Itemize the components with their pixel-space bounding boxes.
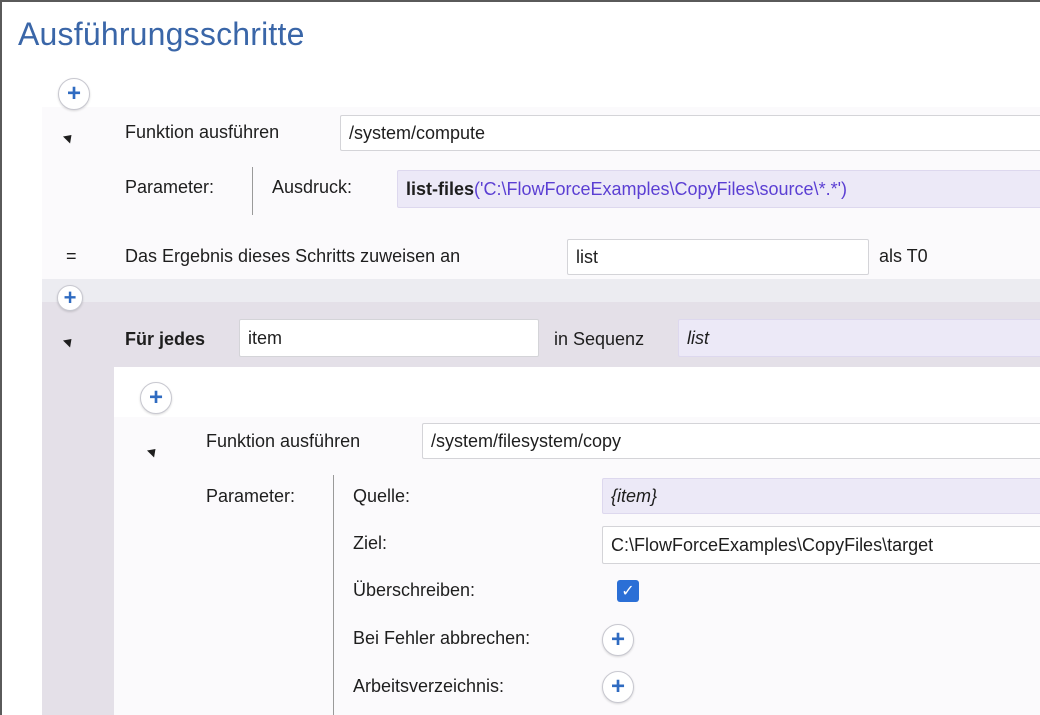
target-input[interactable]: C:\FlowForceExamples\CopyFiles\target [602, 526, 1040, 564]
add-step-button-middle[interactable]: + [57, 285, 83, 311]
step2-params-label: Parameter: [206, 486, 296, 506]
add-step-button-inner[interactable]: + [140, 382, 172, 414]
step1-params-label: Parameter: [125, 177, 215, 197]
page-title: Ausführungsschritte [18, 16, 305, 52]
plus-circle-icon: + [63, 285, 77, 310]
in-sequence-label: in Sequenz [554, 329, 645, 349]
plus-circle-icon: + [610, 673, 625, 700]
assign-symbol: = [66, 246, 77, 266]
sequence-input[interactable]: list [678, 319, 1040, 357]
overwrite-checkbox[interactable]: ✓ [617, 580, 639, 602]
abort-on-error-label: Bei Fehler abbrechen: [353, 628, 531, 648]
add-step-button-top[interactable]: + [58, 78, 90, 110]
checkmark-icon: ✓ [621, 583, 635, 600]
step1-function-input[interactable]: /system/compute [340, 115, 1040, 151]
step2-function-input[interactable]: /system/filesystem/copy [422, 423, 1040, 459]
overwrite-label: Überschreiben: [353, 580, 476, 600]
params-divider [252, 167, 253, 215]
assign-variable-input[interactable]: list [567, 239, 869, 275]
copy-step-area [114, 417, 1040, 715]
plus-circle-icon: + [66, 80, 81, 107]
expr-arguments: ('C:\FlowForceExamples\CopyFiles\source\… [474, 178, 848, 199]
plus-circle-icon: + [610, 626, 625, 653]
execution-steps-panel: Ausführungsschritte + + + Funktion ausfü… [0, 0, 1040, 715]
working-directory-label: Arbeitsverzeichnis: [353, 676, 505, 696]
target-label: Ziel: [353, 533, 388, 553]
working-directory-add-button[interactable]: + [602, 671, 634, 703]
foreach-item-input[interactable]: item [239, 319, 539, 357]
foreach-label: Für jedes [125, 329, 206, 349]
expr-function-name: list-files [406, 178, 475, 199]
step1-label: Funktion ausführen [125, 122, 280, 142]
abort-on-error-add-button[interactable]: + [602, 624, 634, 656]
assign-label: Das Ergebnis dieses Schritts zuweisen an [125, 246, 461, 266]
step2-label: Funktion ausführen [206, 431, 361, 451]
params2-divider [333, 475, 334, 715]
source-input[interactable]: {item} [602, 478, 1040, 514]
assign-type-label: als T0 [879, 246, 928, 266]
expr-label: Ausdruck: [272, 177, 353, 197]
plus-circle-icon: + [148, 384, 163, 411]
expression-input[interactable]: list-files ('C:\FlowForceExamples\CopyFil… [397, 170, 1040, 208]
source-label: Quelle: [353, 486, 411, 506]
